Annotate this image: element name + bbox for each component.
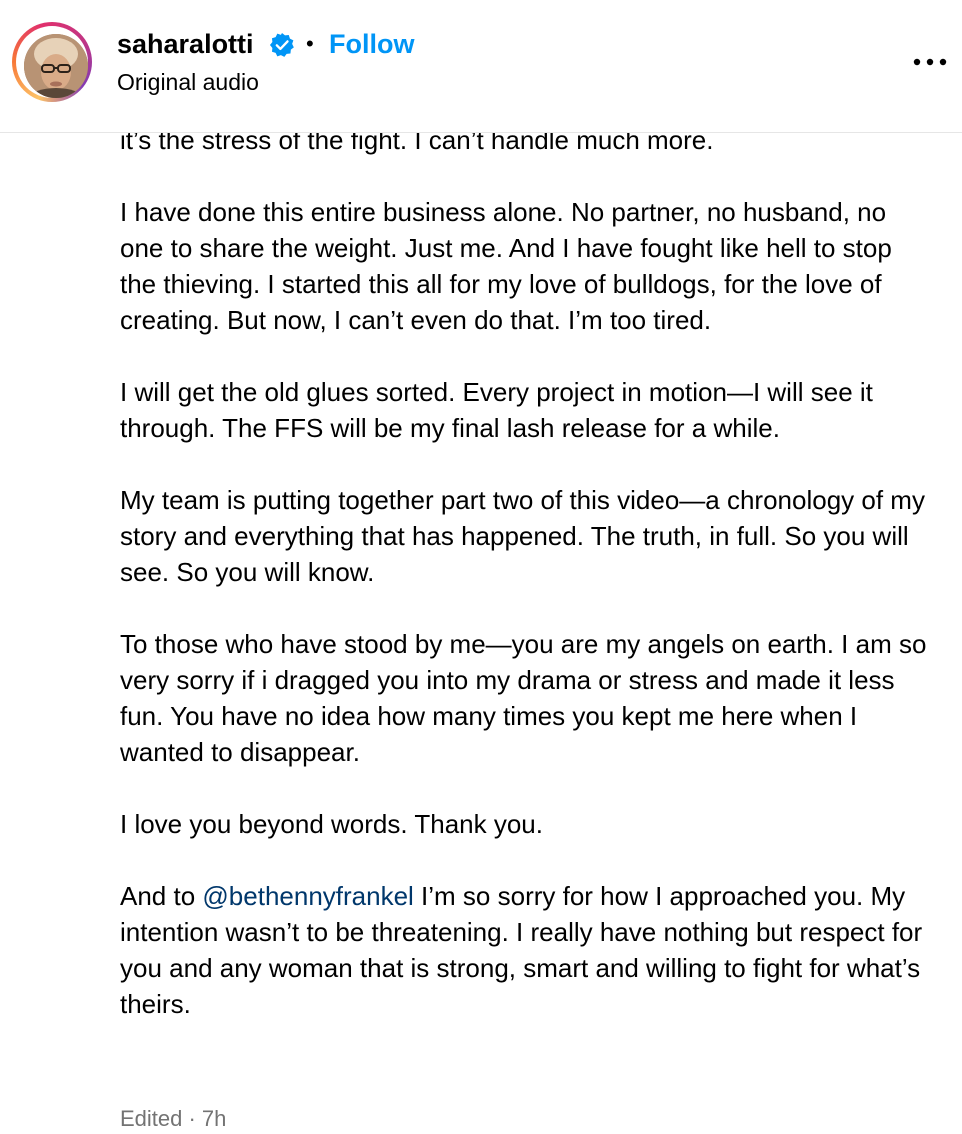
caption-paragraph: And to @bethennyfrankel I’m so sorry for… — [120, 878, 930, 1022]
post-caption: it’s the stress of the fight. I can’t ha… — [120, 122, 930, 1058]
caption-paragraph: I will get the old glues sorted. Every p… — [120, 377, 873, 443]
caption-text: And to — [120, 881, 203, 911]
caption-paragraph: I love you beyond words. Thank you. — [120, 809, 543, 839]
more-options-icon[interactable] — [906, 48, 952, 76]
edited-timestamp: Edited · 7h — [120, 1106, 227, 1131]
mention-link[interactable]: @bethennyfrankel — [202, 881, 413, 911]
avatar-gap — [16, 26, 88, 98]
post-header: saharalotti • Follow Original audio — [0, 0, 962, 133]
caption-paragraph: To those who have stood by me—you are my… — [120, 629, 927, 767]
caption-paragraph: I have done this entire business alone. … — [120, 197, 892, 335]
caption-paragraph: My team is putting together part two of … — [120, 485, 925, 587]
audio-label[interactable]: Original audio — [117, 67, 259, 97]
avatar[interactable] — [24, 34, 88, 98]
verified-badge-icon — [269, 32, 294, 57]
avatar-image — [24, 34, 88, 98]
follow-button[interactable]: Follow — [329, 26, 414, 62]
username[interactable]: saharalotti — [117, 26, 254, 62]
separator-dot: • — [306, 31, 314, 56]
story-ring[interactable] — [12, 22, 92, 102]
